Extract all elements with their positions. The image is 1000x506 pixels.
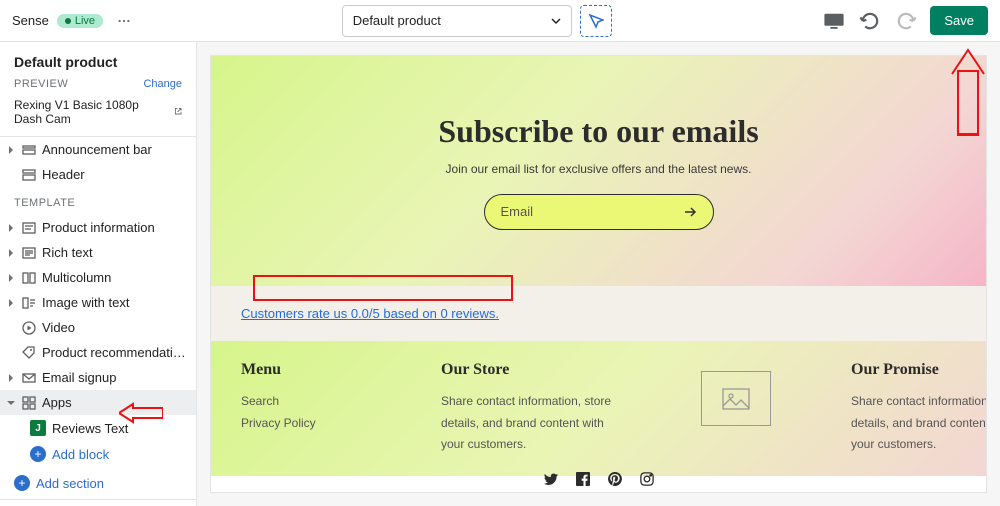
sidebar-item-email-signup[interactable]: Email signup [0,365,196,390]
sidebar-subitem-reviews-text[interactable]: J Reviews Text [0,415,196,441]
chevron-down-icon [551,16,561,26]
sidebar-item-announcement-bar[interactable]: Announcement bar [0,137,196,162]
sidebar-item-label: Product information [42,220,190,235]
sidebar-item-multicolumn[interactable]: Multicolumn [0,265,196,290]
sidebar-item-video[interactable]: Video [0,315,196,340]
save-button[interactable]: Save [930,6,988,35]
hero-title: Subscribe to our emails [438,113,758,150]
more-icon[interactable] [117,14,131,28]
sidebar-item-label: Multicolumn [42,270,190,285]
sidebar-title: Default product [0,42,196,78]
section-icon [22,221,36,235]
hero-subtitle: Join our email list for exclusive offers… [446,162,752,176]
sidebar-item-label: Email signup [42,370,190,385]
chevron-right-icon [6,373,16,383]
sidebar-item-footer[interactable]: Footer [0,500,196,506]
chevron-down-icon [6,398,16,408]
add-section-label: Add section [36,476,104,491]
inspector-button[interactable] [580,5,612,37]
sidebar-item-label: Image with text [42,295,190,310]
arrow-right-icon[interactable] [683,205,697,219]
columns-icon [22,271,36,285]
sidebar-item-label: Announcement bar [42,142,190,157]
section-icon [22,143,36,157]
section-icon [22,168,36,182]
hero-section: Subscribe to our emails Join our email l… [211,56,986,286]
text-icon [22,246,36,260]
chevron-right-icon [6,298,16,308]
sidebar-item-header[interactable]: Header [0,162,196,187]
promise-text: Share contact information, store details… [851,391,986,456]
email-placeholder: Email [501,204,534,219]
change-link[interactable]: Change [143,78,182,90]
sidebar-item-rich-text[interactable]: Rich text [0,240,196,265]
sidebar-item-product-information[interactable]: Product information [0,215,196,240]
sidebar-item-image-with-text[interactable]: Image with text [0,290,196,315]
sidebar-item-label: Product recommendations [42,345,190,360]
preview-area: Subscribe to our emails Join our email l… [197,42,1000,506]
facebook-icon[interactable] [576,472,590,486]
sidebar-item-product-recommendations[interactable]: Product recommendations [0,340,196,365]
image-placeholder-icon [701,371,771,426]
undo-icon[interactable] [858,9,882,33]
sidebar-item-label: Apps [42,395,190,410]
store-title: Our Store [441,361,621,379]
chevron-right-icon [6,223,16,233]
redo-icon [894,9,918,33]
preview-label: PREVIEW [14,78,68,90]
promise-title: Our Promise [851,361,986,379]
store-text: Share contact information, store details… [441,391,621,456]
sidebar-item-label: Reviews Text [52,421,190,436]
sidebar-item-label: Rich text [42,245,190,260]
video-icon [22,321,36,335]
menu-title: Menu [241,361,381,379]
desktop-view-icon[interactable] [822,9,846,33]
sidebar-item-label: Header [42,167,190,182]
product-select-label: Default product [353,13,441,28]
social-icons [211,472,986,486]
pinterest-icon[interactable] [608,472,622,486]
chevron-right-icon [6,273,16,283]
sidebar-item-apps[interactable]: Apps [0,390,196,415]
image-text-icon [22,296,36,310]
preview-name[interactable]: Rexing V1 Basic 1080p Dash Cam [14,98,170,126]
reviews-section: Customers rate us 0.0/5 based on 0 revie… [211,286,986,341]
preview-canvas[interactable]: Subscribe to our emails Join our email l… [211,56,986,492]
sidebar: Default product PREVIEW Change Rexing V1… [0,42,197,506]
template-label: TEMPLATE [0,187,196,215]
external-link-icon[interactable] [174,107,182,117]
email-icon [22,371,36,385]
product-select[interactable]: Default product [342,5,572,37]
add-block-button[interactable]: + Add block [0,441,196,467]
twitter-icon[interactable] [544,472,558,486]
apps-icon [22,396,36,410]
plus-icon: + [30,446,46,462]
judge-icon: J [30,420,46,436]
email-input[interactable]: Email [484,194,714,230]
chevron-right-icon [6,248,16,258]
instagram-icon[interactable] [640,472,654,486]
footer-section: Menu Search Privacy Policy Our Store Sha… [211,341,986,476]
brand-name: Sense [12,13,49,28]
sidebar-item-label: Video [42,320,190,335]
reviews-link[interactable]: Customers rate us 0.0/5 based on 0 revie… [241,306,499,321]
chevron-right-icon [6,145,16,155]
add-section-button[interactable]: + Add section [0,467,196,499]
menu-link-search[interactable]: Search [241,391,381,413]
live-badge: Live [57,14,103,28]
plus-icon: + [14,475,30,491]
menu-link-privacy[interactable]: Privacy Policy [241,413,381,435]
add-block-label: Add block [52,447,109,462]
tag-icon [22,346,36,360]
